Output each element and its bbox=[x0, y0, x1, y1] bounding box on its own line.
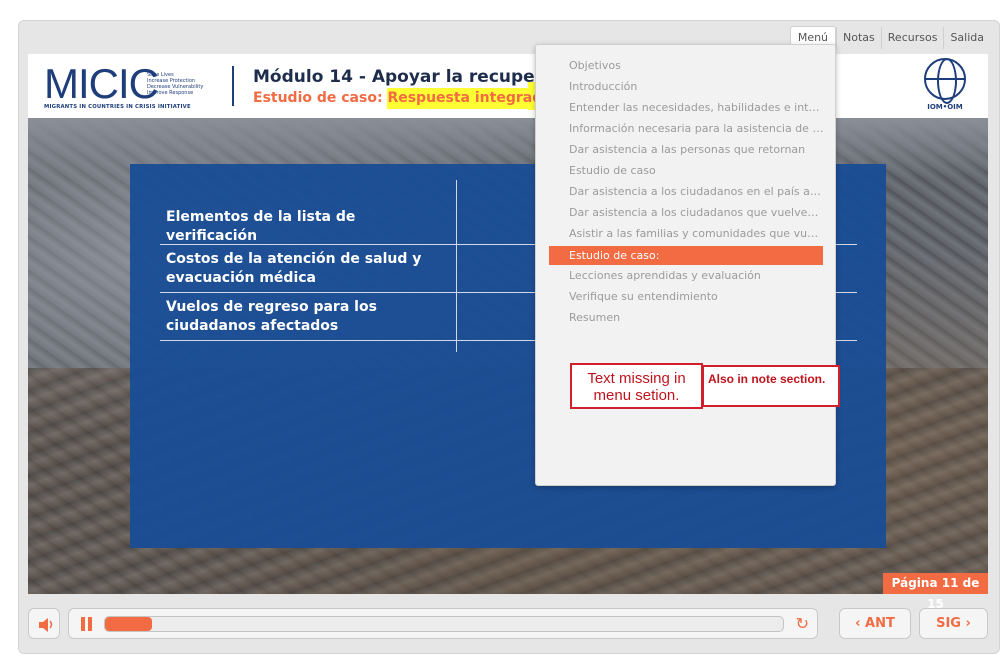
menu-item[interactable]: Dar asistencia a los ciudadanos que vuel… bbox=[569, 205, 824, 221]
chevron-left-icon: ‹ bbox=[855, 616, 861, 631]
menu-item[interactable]: Verifique su entendimiento bbox=[569, 289, 824, 305]
menu-item[interactable]: Lecciones aprendidas y evaluación bbox=[569, 268, 824, 284]
page-indicator: Página 11 de 15 bbox=[883, 573, 988, 611]
table-row-label: Costos de la atención de salud y evacuac… bbox=[166, 251, 422, 286]
menu-item[interactable]: Asistir a las familias y comunidades que… bbox=[569, 226, 824, 242]
iom-logo-label: IOM•OIM bbox=[927, 103, 963, 111]
menu-item[interactable]: Objetivos bbox=[569, 58, 824, 74]
slide-subtitle: Estudio de caso: Respuesta integrada y bbox=[253, 88, 566, 109]
annotation-notes-missing-text: Also in note section. bbox=[702, 365, 840, 407]
volume-button[interactable] bbox=[28, 608, 60, 639]
next-button-label: SIG bbox=[936, 616, 961, 631]
module-title: Módulo 14 - Apoyar la recuperac bbox=[253, 67, 565, 87]
prev-button[interactable]: ‹ ANT bbox=[839, 608, 911, 639]
speaker-icon bbox=[39, 618, 53, 632]
prev-button-label: ANT bbox=[865, 616, 895, 631]
menu-item[interactable]: Estudio de caso bbox=[569, 163, 824, 179]
pause-icon[interactable] bbox=[79, 617, 93, 631]
table-column-divider bbox=[456, 180, 457, 352]
subtitle-prefix: Estudio de caso: bbox=[253, 90, 388, 106]
table-row-label: Vuelos de regreso para los ciudadanos af… bbox=[166, 299, 377, 334]
logo-subtitle: MIGRANTS IN COUNTRIES IN CRISIS INITIATI… bbox=[44, 104, 191, 110]
micic-logo: MICIC Save Lives Increase Protection Dec… bbox=[44, 62, 224, 112]
logo-tagline: Save Lives Increase Protection Decrease … bbox=[147, 72, 203, 96]
globe-icon bbox=[924, 58, 966, 104]
chevron-right-icon: › bbox=[965, 616, 971, 631]
progress-track[interactable] bbox=[104, 616, 784, 632]
menu-item[interactable]: Resumen bbox=[569, 310, 824, 326]
playback-bar: ↻ bbox=[68, 608, 818, 639]
header-divider bbox=[232, 66, 234, 106]
next-button[interactable]: SIG › bbox=[919, 608, 988, 639]
tab-resources[interactable]: Recursos bbox=[880, 27, 944, 49]
tab-exit[interactable]: Salida bbox=[943, 27, 990, 49]
menu-item[interactable]: Información necesaria para la asistencia… bbox=[569, 121, 824, 137]
tab-notes[interactable]: Notas bbox=[836, 27, 881, 49]
iom-logo: IOM•OIM bbox=[920, 58, 970, 114]
menu-item[interactable]: Dar asistencia a las personas que retorn… bbox=[569, 142, 824, 158]
annotation-menu-missing-text: Text missing in menu setion. bbox=[570, 363, 703, 409]
course-header: MICIC Save Lives Increase Protection Dec… bbox=[28, 54, 988, 118]
menu-item[interactable]: Introducción bbox=[569, 79, 824, 95]
table-row-label: Elementos de la lista de verificación bbox=[166, 209, 356, 244]
progress-fill bbox=[105, 617, 153, 631]
replay-icon[interactable]: ↻ bbox=[796, 615, 809, 632]
menu-item[interactable]: Entender las necesidades, habilidades e … bbox=[569, 100, 824, 116]
menu-item[interactable]: Dar asistencia a los ciudadanos en el pa… bbox=[569, 184, 824, 200]
logo-tagline-line: Improve Response bbox=[147, 90, 194, 96]
menu-dropdown: Objetivos Introducción Entender las nece… bbox=[535, 44, 836, 486]
logo-wordmark: MICIC bbox=[44, 60, 159, 107]
menu-item-selected[interactable]: Estudio de caso: bbox=[549, 246, 823, 265]
